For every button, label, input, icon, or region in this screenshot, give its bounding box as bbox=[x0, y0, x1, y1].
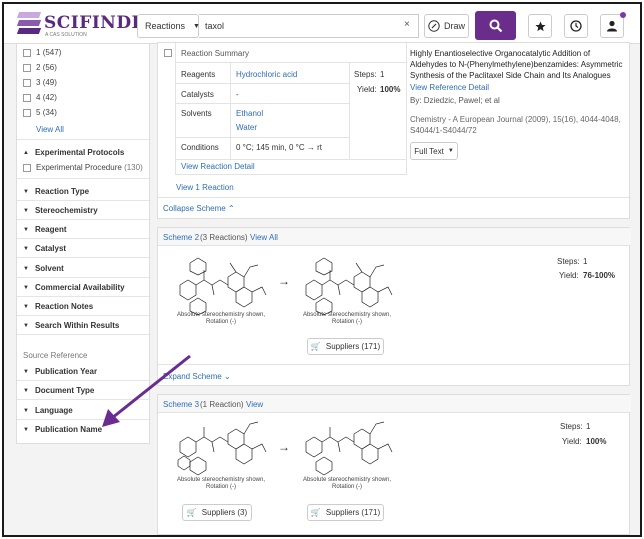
callout-arrow bbox=[102, 354, 191, 427]
app-window: SCIFINDERn A CAS SOLUTION Reactions ▼ × … bbox=[2, 2, 642, 537]
